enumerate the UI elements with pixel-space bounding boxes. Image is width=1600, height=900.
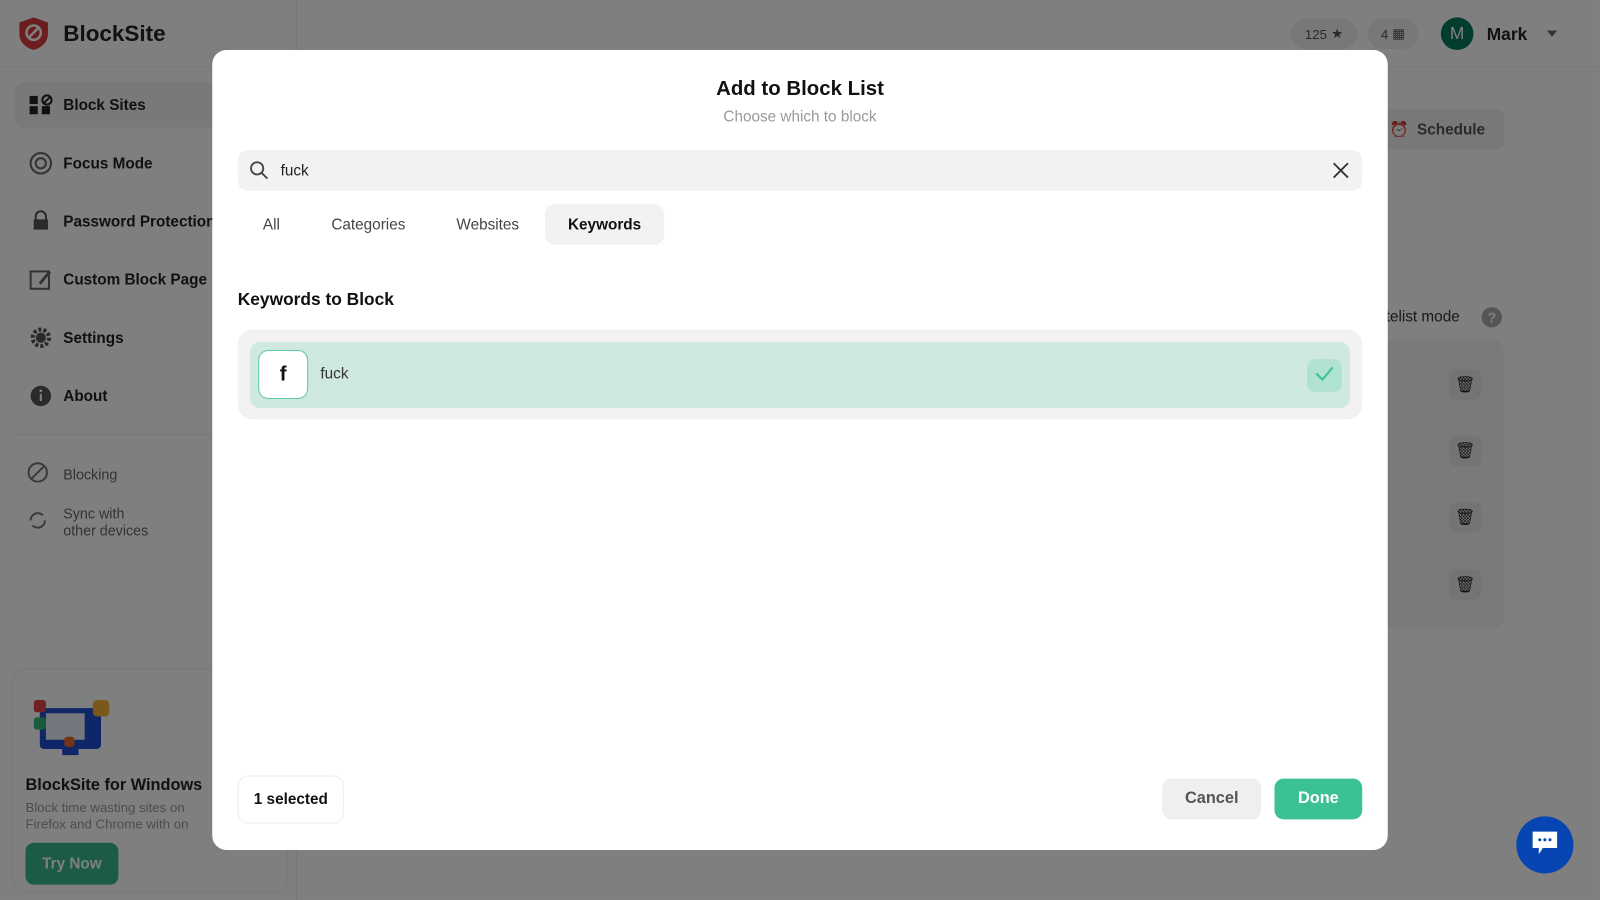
check-icon [1314,365,1334,386]
dialog-subtitle: Choose which to block [723,108,877,126]
search-input[interactable] [280,158,1302,183]
keyword-label: fuck [320,365,349,383]
selected-checkbox[interactable] [1307,359,1342,392]
tab-all[interactable]: All [249,204,294,245]
done-button[interactable]: Done [1274,778,1363,820]
search-icon [249,160,269,186]
keyword-initial-icon: f [258,349,309,399]
selected-count: 1 selected [237,775,344,824]
chat-button[interactable] [1516,816,1574,874]
add-to-block-list-dialog: Add to Block List Choose which to block … [212,49,1388,850]
close-icon[interactable] [1332,161,1350,184]
dialog-title: Add to Block List [716,77,884,100]
search-bar [237,149,1363,191]
section-title: Keywords to Block [237,289,394,310]
list-item[interactable]: f fuck [249,341,1350,409]
cancel-button[interactable]: Cancel [1162,778,1262,820]
tab-keywords[interactable]: Keywords [544,204,665,245]
tab-categories[interactable]: Categories [317,204,419,245]
keyword-list: f fuck [237,329,1363,420]
chat-icon [1531,829,1560,861]
tab-websites[interactable]: Websites [445,204,531,245]
